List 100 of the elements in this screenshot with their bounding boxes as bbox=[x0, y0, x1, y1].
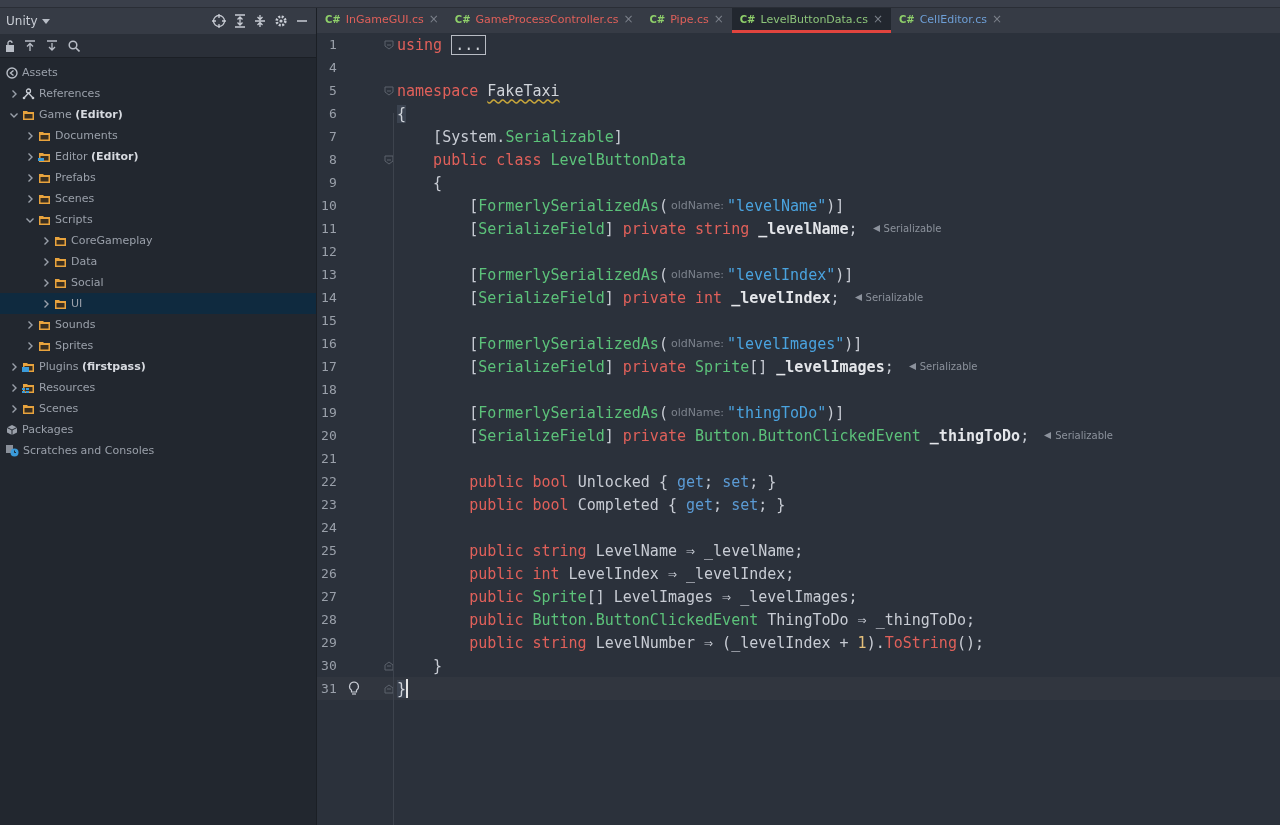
line-number: 24 bbox=[320, 520, 337, 535]
references-icon bbox=[22, 87, 35, 100]
pin-down-icon[interactable] bbox=[46, 39, 58, 52]
line-number: 8 bbox=[327, 152, 337, 167]
tree-item[interactable]: Assets bbox=[0, 62, 316, 83]
code-token: SerializeField bbox=[478, 288, 605, 307]
tab-label: Pipe.cs bbox=[670, 12, 709, 26]
code-token: public string bbox=[468, 541, 588, 560]
tree-item[interactable]: Prefabs bbox=[0, 167, 316, 188]
tree-item[interactable]: Scenes bbox=[0, 398, 316, 419]
code-token: ; } bbox=[749, 472, 777, 491]
expand-all-icon[interactable] bbox=[234, 14, 246, 28]
tree-item[interactable]: Sounds bbox=[0, 314, 316, 335]
code-token: Button.ButtonClickedEvent bbox=[532, 610, 759, 629]
lightbulb-icon[interactable] bbox=[347, 681, 360, 696]
line-number: 31 bbox=[320, 681, 337, 696]
tree-item-label: Scripts bbox=[55, 213, 93, 226]
pin-up-icon[interactable] bbox=[24, 39, 36, 52]
tree-item[interactable]: Plugins (firstpass) bbox=[0, 356, 316, 377]
csharp-label: C# bbox=[454, 13, 471, 25]
tree-item[interactable]: Scenes bbox=[0, 188, 316, 209]
parameter-hint: oldName: bbox=[670, 199, 724, 212]
code-token: [ bbox=[468, 403, 479, 422]
tree-item[interactable]: Documents bbox=[0, 125, 316, 146]
folder-icon bbox=[22, 402, 35, 415]
tree-item[interactable]: Scratches and Consoles bbox=[0, 440, 316, 461]
code-token: ; bbox=[884, 357, 894, 376]
line-number: 20 bbox=[320, 428, 337, 443]
tree-item[interactable]: Game (Editor) bbox=[0, 104, 316, 125]
file-tab[interactable]: C# GameProcessController.cs × bbox=[446, 8, 642, 33]
tree-item-label: Game (Editor) bbox=[39, 108, 123, 121]
code-token: SerializeField bbox=[478, 357, 605, 376]
tree-item[interactable]: CoreGameplay bbox=[0, 230, 316, 251]
file-tab[interactable]: C# LevelButtonData.cs × bbox=[731, 8, 891, 33]
code-token: private string bbox=[622, 219, 751, 238]
tab-label: CellEditor.cs bbox=[919, 12, 988, 26]
settings-icon[interactable] bbox=[274, 14, 288, 28]
code-token: FormerlySerializedAs bbox=[478, 265, 659, 284]
brace: { bbox=[397, 104, 407, 123]
code-token: public bbox=[468, 587, 525, 606]
file-tab[interactable]: C# CellEditor.cs × bbox=[890, 8, 1011, 33]
tree-item-label: Sprites bbox=[55, 339, 94, 352]
tree-item[interactable]: Data bbox=[0, 251, 316, 272]
tree-item[interactable]: Scripts bbox=[0, 209, 316, 230]
search-icon[interactable] bbox=[68, 39, 80, 52]
line-number: 7 bbox=[327, 129, 337, 144]
code-token: )] bbox=[844, 334, 863, 353]
code-token: "levelName" bbox=[726, 196, 827, 215]
serializable-hint: Serializable bbox=[853, 292, 924, 303]
folder-icon bbox=[54, 234, 67, 247]
code-token: "thingToDo" bbox=[726, 403, 827, 422]
folder-icon bbox=[38, 129, 51, 142]
folded-code[interactable]: ... bbox=[451, 34, 487, 55]
locate-icon[interactable] bbox=[212, 14, 226, 28]
lock-icon[interactable] bbox=[6, 39, 14, 52]
collapse-all-icon[interactable] bbox=[254, 14, 266, 28]
file-tab[interactable]: C# Pipe.cs × bbox=[641, 8, 732, 33]
tree-item[interactable]: Social bbox=[0, 272, 316, 293]
code-token: [ bbox=[468, 334, 479, 353]
line-number: 18 bbox=[320, 382, 337, 397]
parameter-hint: oldName: bbox=[670, 406, 724, 419]
code-token: LevelIndex ⇒ _levelIndex; bbox=[568, 564, 795, 583]
tree-item[interactable]: Resources bbox=[0, 377, 316, 398]
project-dropdown[interactable]: Unity bbox=[4, 14, 52, 28]
caret-icon bbox=[41, 18, 50, 24]
line-number: 25 bbox=[320, 543, 337, 558]
code-token: [ bbox=[468, 357, 479, 376]
code-token: ] bbox=[604, 219, 615, 238]
tree-item[interactable]: UI bbox=[0, 293, 316, 314]
tree-item-label: Scenes bbox=[39, 402, 79, 415]
line-number: 9 bbox=[327, 175, 337, 190]
file-tab[interactable]: C# InGameGUI.cs × bbox=[317, 8, 447, 33]
tree-item-label: Packages bbox=[22, 423, 74, 436]
line-number: 10 bbox=[320, 198, 337, 213]
line-number: 21 bbox=[320, 451, 337, 466]
tree-item-label: Plugins (firstpass) bbox=[39, 360, 146, 373]
code-token: _levelName bbox=[758, 219, 849, 238]
tree-item[interactable]: Sprites bbox=[0, 335, 316, 356]
line-number: 27 bbox=[320, 589, 337, 604]
code-token: Button.ButtonClickedEvent bbox=[695, 426, 921, 445]
tree-item[interactable]: Editor (Editor) bbox=[0, 146, 316, 167]
line-number: 11 bbox=[320, 221, 337, 236]
close-icon[interactable]: × bbox=[872, 12, 883, 26]
folder-icon bbox=[38, 213, 51, 226]
tree-item-label: Scenes bbox=[55, 192, 95, 205]
tree-item-label: Prefabs bbox=[55, 171, 96, 184]
tab-label: LevelButtonData.cs bbox=[760, 12, 868, 26]
serializable-hint: Serializable bbox=[907, 361, 978, 372]
code-token: [ bbox=[468, 426, 479, 445]
tree-item[interactable]: References bbox=[0, 83, 316, 104]
line-number: 30 bbox=[320, 658, 337, 673]
code-token: set bbox=[722, 472, 750, 491]
code-token: 1 bbox=[857, 633, 867, 652]
folder-icon bbox=[38, 339, 51, 352]
csharp-label: C# bbox=[649, 13, 666, 25]
parameter-hint: oldName: bbox=[670, 337, 724, 350]
tree-item[interactable]: Packages bbox=[0, 419, 316, 440]
code-token: (); bbox=[956, 633, 985, 652]
line-number: 13 bbox=[320, 267, 337, 282]
code-token: ; bbox=[713, 495, 724, 514]
